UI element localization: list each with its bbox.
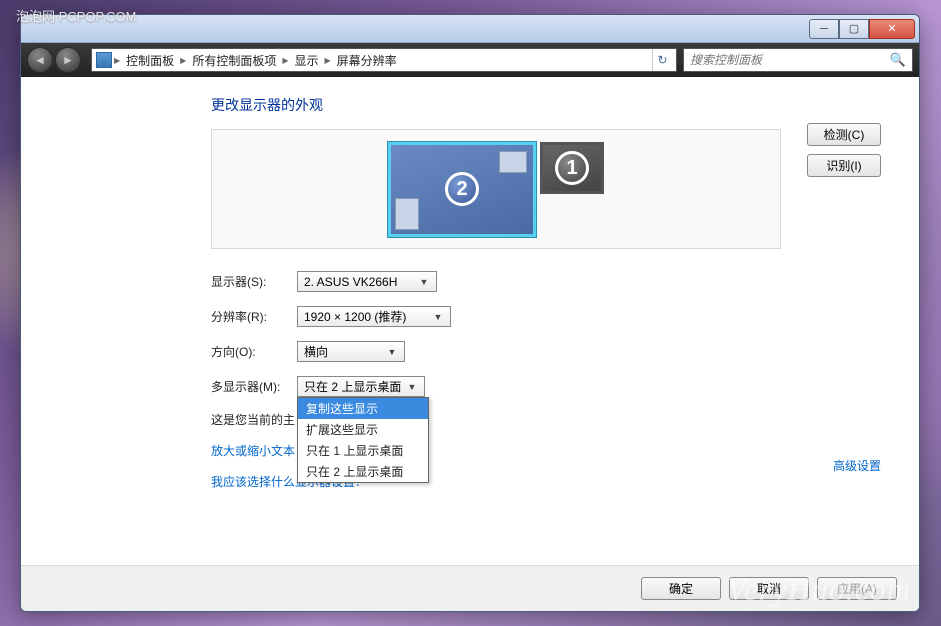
text-size-link[interactable]: 放大或缩小文本 [211, 444, 295, 458]
multidisplay-row: 多显示器(M): 只在 2 上显示桌面 ▼ 复制这些显示 扩展这些显示 只在 1… [211, 376, 881, 397]
back-button[interactable]: ◄ [27, 47, 53, 73]
chevron-down-icon: ▼ [430, 312, 446, 322]
chevron-right-icon: ▶ [282, 56, 288, 65]
apply-button[interactable]: 应用(A) [817, 577, 897, 600]
close-button[interactable]: ✕ [869, 19, 915, 39]
control-panel-window: ─ ▢ ✕ ◄ ► ▶ 控制面板 ▶ 所有控制面板项 ▶ 显示 ▶ 屏幕分辨率 … [20, 14, 920, 612]
addressbar[interactable]: ▶ 控制面板 ▶ 所有控制面板项 ▶ 显示 ▶ 屏幕分辨率 ↻ [91, 48, 677, 72]
dropdown-option-only-1[interactable]: 只在 1 上显示桌面 [298, 440, 428, 461]
chevron-down-icon: ▼ [384, 347, 400, 357]
orientation-row: 方向(O): 横向 ▼ [211, 341, 881, 362]
content-area: 更改显示器的外观 2 1 检测(C) 识别(I) 显示器(S): [21, 77, 919, 565]
breadcrumb-resolution[interactable]: 屏幕分辨率 [333, 52, 401, 69]
chevron-right-icon: ▶ [325, 56, 331, 65]
display-label: 显示器(S): [211, 273, 297, 290]
orientation-label: 方向(O): [211, 343, 297, 360]
forward-button[interactable]: ► [55, 47, 81, 73]
monitor-number-1: 1 [555, 151, 589, 185]
chevron-right-icon: ▶ [180, 56, 186, 65]
search-icon[interactable]: 🔍 [890, 52, 906, 68]
resolution-value: 1920 × 1200 (推荐) [304, 308, 406, 325]
side-buttons: 检测(C) 识别(I) [807, 123, 881, 177]
breadcrumb-control-panel[interactable]: 控制面板 [122, 52, 178, 69]
chevron-down-icon: ▼ [404, 382, 420, 392]
searchbar[interactable]: 🔍 [683, 48, 913, 72]
identify-button[interactable]: 识别(I) [807, 154, 881, 177]
button-bar: 确定 取消 应用(A) [21, 565, 919, 611]
multidisplay-dropdown: 复制这些显示 扩展这些显示 只在 1 上显示桌面 只在 2 上显示桌面 [297, 397, 429, 483]
dropdown-option-extend[interactable]: 扩展这些显示 [298, 419, 428, 440]
dropdown-option-only-2[interactable]: 只在 2 上显示桌面 [298, 461, 428, 482]
titlebar: ─ ▢ ✕ [21, 15, 919, 43]
search-input[interactable] [690, 53, 884, 67]
minimize-button[interactable]: ─ [809, 19, 839, 39]
chevron-down-icon: ▼ [416, 277, 432, 287]
multidisplay-select[interactable]: 只在 2 上显示桌面 ▼ 复制这些显示 扩展这些显示 只在 1 上显示桌面 只在… [297, 376, 425, 397]
multidisplay-label: 多显示器(M): [211, 378, 297, 395]
monitor-number-2: 2 [445, 172, 479, 206]
multidisplay-value: 只在 2 上显示桌面 [304, 378, 401, 395]
ok-button[interactable]: 确定 [641, 577, 721, 600]
window-buttons: ─ ▢ ✕ [809, 19, 915, 39]
breadcrumb-all-items[interactable]: 所有控制面板项 [188, 52, 280, 69]
maximize-button[interactable]: ▢ [839, 19, 869, 39]
cancel-button[interactable]: 取消 [729, 577, 809, 600]
chevron-right-icon: ▶ [114, 56, 120, 65]
nav-arrows: ◄ ► [27, 47, 81, 73]
watermark-top: 泡泡网 PCPOP.COM [16, 6, 136, 25]
resolution-label: 分辨率(R): [211, 308, 297, 325]
settings-form: 显示器(S): 2. ASUS VK266H ▼ 分辨率(R): 1920 × … [211, 271, 881, 490]
orientation-select[interactable]: 横向 ▼ [297, 341, 405, 362]
display-value: 2. ASUS VK266H [304, 275, 397, 289]
resolution-row: 分辨率(R): 1920 × 1200 (推荐) ▼ [211, 306, 881, 327]
orientation-value: 横向 [304, 343, 328, 360]
window-thumbnail-icon [499, 151, 527, 173]
detect-button[interactable]: 检测(C) [807, 123, 881, 146]
dropdown-option-duplicate[interactable]: 复制这些显示 [298, 398, 428, 419]
monitor-1[interactable]: 1 [540, 142, 604, 194]
monitors-container: 2 1 [388, 142, 604, 237]
display-select[interactable]: 2. ASUS VK266H ▼ [297, 271, 437, 292]
display-row: 显示器(S): 2. ASUS VK266H ▼ [211, 271, 881, 292]
navbar: ◄ ► ▶ 控制面板 ▶ 所有控制面板项 ▶ 显示 ▶ 屏幕分辨率 ↻ 🔍 [21, 43, 919, 77]
refresh-button[interactable]: ↻ [652, 49, 672, 71]
advanced-settings-link[interactable]: 高级设置 [833, 457, 881, 474]
resolution-select[interactable]: 1920 × 1200 (推荐) ▼ [297, 306, 451, 327]
monitor-preview: 2 1 [211, 129, 781, 249]
breadcrumb-display[interactable]: 显示 [291, 52, 323, 69]
control-panel-icon [96, 52, 112, 68]
page-title: 更改显示器的外观 [211, 95, 881, 115]
monitor-2[interactable]: 2 [388, 142, 536, 237]
window-thumbnail-icon [395, 198, 419, 230]
